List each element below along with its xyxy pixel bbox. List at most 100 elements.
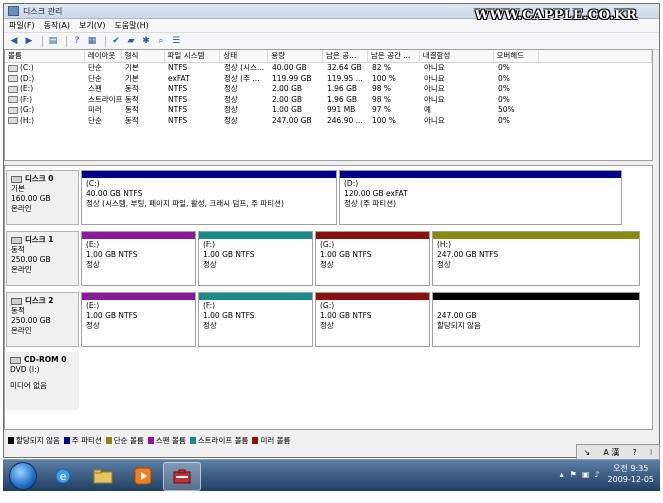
volume-name: (H:) (20, 115, 35, 125)
check-icon[interactable]: ✔ (110, 35, 122, 47)
column-header[interactable]: 형식 (122, 50, 165, 62)
ime-mode[interactable]: A 漢 (603, 447, 619, 458)
partition-block[interactable]: (G:) 1.00 GB NTFS 정상 (315, 292, 430, 347)
start-orb-icon[interactable] (9, 462, 37, 490)
toolbar-separator (42, 35, 43, 47)
volume-name: (D:) (20, 73, 35, 83)
media-player-icon[interactable] (125, 462, 161, 489)
disk-type: 기본 (11, 184, 25, 193)
disk-status: 온라인 (11, 204, 32, 213)
partition-block[interactable]: (F:) 1.00 GB NTFS 정상 (198, 231, 313, 286)
back-arrow-icon[interactable]: ◀ (8, 35, 20, 47)
cdrom-label[interactable]: CD-ROM 0 DVD (I:) 미디어 없음 (6, 352, 79, 410)
partition-label: (F:) (203, 301, 216, 310)
partition-color-bar (316, 232, 429, 239)
column-header[interactable]: 오버헤드 (494, 50, 540, 62)
legend-item: 주 파티션 (63, 435, 102, 446)
menu-help[interactable]: 도움말(H) (114, 20, 148, 31)
computer-management-taskbar-icon[interactable] (163, 462, 201, 491)
list-icon[interactable]: ☰ (170, 35, 182, 47)
table-cell: 82 % (372, 63, 392, 72)
partition-label: (F:) (203, 240, 216, 249)
table-cell: 1.96 GB (327, 84, 358, 93)
drive-icon (8, 75, 18, 82)
table-cell: 246.90 ... (327, 115, 363, 125)
window-title: 디스크 관리 (23, 6, 63, 16)
table-row[interactable]: (C:) 단순 기본 NTFS 정상 (시스... 40.00 GB 32.64 GB 82 … (5, 63, 652, 74)
table-cell: 아니요 (424, 73, 445, 83)
action-center-flag-icon[interactable]: ⚑ (570, 470, 577, 479)
settings-icon[interactable]: ✱ (140, 35, 152, 47)
legend-swatch (105, 437, 112, 444)
partition-block[interactable]: 247.00 GB 할당되지 않음 (432, 292, 640, 347)
disk-label[interactable]: 디스크 2 동적 250.00 GB 온라인 (6, 292, 79, 347)
partition-strip: (E:) 1.00 GB NTFS 정상 (F:) 1.00 GB NTFS 정상 (G:)… (81, 292, 650, 347)
disk-status: 온라인 (11, 326, 32, 335)
ime-help-icon[interactable]: ? (632, 448, 636, 457)
folder-icon[interactable]: ▰ (125, 35, 137, 47)
table-cell: (H:) (5, 116, 85, 127)
explorer-folder-icon[interactable] (85, 462, 121, 489)
properties-icon[interactable]: ▦ (86, 35, 98, 47)
table-cell: 아니요 (424, 84, 445, 93)
partition-info: (H:) 247.00 GB NTFS 정상 (433, 239, 639, 271)
partition-status: 정상 (시스템, 부팅, 페이지 파일, 활성, 크래시 덤프, 주 파티션) (86, 199, 284, 208)
column-header[interactable]: 레이아웃 (85, 50, 122, 62)
partition-block[interactable]: (C:) 40.00 GB NTFS 정상 (시스템, 부팅, 페이지 파일, 활성… (81, 170, 337, 225)
console-tree-icon[interactable]: ▤ (47, 35, 59, 47)
partition-size: 1.00 GB NTFS (86, 311, 138, 320)
table-row[interactable]: (F:) 스트라이프 동적 NTFS 정상 2.00 GB 1.96 GB 98 % 아니요 0% (5, 95, 652, 106)
taskbar-clock[interactable]: 오전 9:35 2009-12-05 (608, 463, 655, 485)
column-header[interactable]: 파일 시스템 (165, 50, 221, 62)
search-icon[interactable]: ⌕ (155, 35, 167, 47)
partition-label: (H:) (437, 240, 452, 249)
column-header-empty (539, 50, 652, 62)
column-header[interactable]: 남은 공... (323, 50, 368, 62)
column-header[interactable]: 내결함성 (420, 50, 494, 62)
table-row[interactable]: (E:) 스팬 동적 NTFS 정상 2.00 GB 1.96 GB 98 % 아니요 0% (5, 84, 652, 95)
menu-action[interactable]: 동작(A) (44, 20, 70, 31)
partition-block[interactable]: (E:) 1.00 GB NTFS 정상 (81, 231, 196, 286)
table-row[interactable]: (D:) 단순 기본 exFAT 정상 (주 ... 119.99 GB 119.95 ..… (5, 74, 652, 85)
partition-size: 247.00 GB (437, 311, 477, 320)
table-cell: 1.00 GB (272, 105, 303, 114)
partition-block[interactable]: (H:) 247.00 GB NTFS 정상 (432, 231, 640, 286)
partition-block[interactable]: (G:) 1.00 GB NTFS 정상 (315, 231, 430, 286)
partition-size: 1.00 GB NTFS (203, 311, 255, 320)
volume-icon[interactable]: ♪ (594, 470, 599, 479)
cdrom-status: 미디어 없음 (10, 381, 47, 390)
table-cell: 동적 (125, 105, 139, 114)
partition-block[interactable]: (E:) 1.00 GB NTFS 정상 (81, 292, 196, 347)
column-header[interactable]: 상태 (220, 50, 269, 62)
partition-status: 정상 (86, 260, 100, 269)
legend-item: 스팬 볼륨 (147, 435, 186, 446)
partition-status: 정상 (86, 321, 100, 330)
disk-status: 온라인 (11, 265, 32, 274)
forward-arrow-icon[interactable]: ▶ (23, 35, 35, 47)
partition-color-bar (82, 171, 336, 178)
tray-arrow-icon[interactable]: ▴ (560, 470, 564, 479)
partition-size: 247.00 GB NTFS (437, 250, 499, 259)
internet-explorer-icon[interactable]: e (45, 462, 81, 489)
help-icon[interactable]: ? (71, 35, 83, 47)
disk-label[interactable]: 디스크 1 동적 250.00 GB 온라인 (6, 231, 79, 286)
partition-block[interactable]: (F:) 1.00 GB NTFS 정상 (198, 292, 313, 347)
table-cell: 동적 (125, 115, 139, 125)
legend-item: 할당되지 않음 (8, 435, 60, 446)
column-header[interactable]: 볼륨 (5, 50, 85, 62)
clock-time: 오전 9:35 (613, 464, 649, 473)
partition-block[interactable]: (D:) 120.00 GB exFAT 정상 (주 파티션) (339, 170, 622, 225)
table-row[interactable]: (G:) 미러 동적 NTFS 정상 1.00 GB 991 MB 97 % 예 50% (5, 105, 652, 116)
partition-label: (E:) (86, 240, 100, 249)
column-header[interactable]: 용량 (268, 50, 324, 62)
network-icon[interactable]: ▣ (582, 470, 590, 479)
legend-swatch (147, 437, 154, 444)
disk-label[interactable]: 디스크 0 기본 160.00 GB 온라인 (6, 170, 79, 225)
column-header[interactable]: 남은 공간 ... (368, 50, 420, 62)
table-row[interactable]: (H:) 단순 동적 NTFS 정상 247.00 GB 246.90 ... 100 % 아니… (5, 116, 652, 127)
legend-swatch (8, 437, 14, 444)
partition-color-bar (82, 232, 195, 239)
ime-options-icon[interactable]: ⁝ (650, 448, 653, 457)
menu-view[interactable]: 보기(V) (79, 20, 105, 31)
menu-file[interactable]: 파일(F) (9, 20, 35, 31)
